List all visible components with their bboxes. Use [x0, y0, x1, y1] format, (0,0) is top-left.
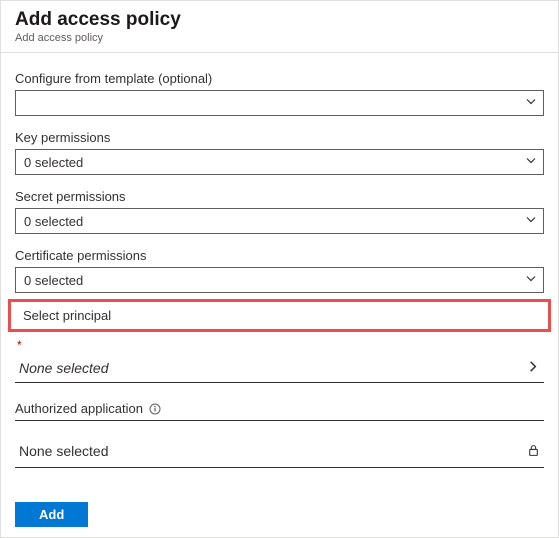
secret-permissions-label: Secret permissions [15, 189, 544, 204]
key-permissions-value: 0 selected [24, 155, 83, 170]
info-icon[interactable] [149, 403, 161, 415]
lock-icon [527, 444, 540, 460]
form-body: Configure from template (optional) Key p… [1, 53, 558, 537]
chevron-down-icon [525, 273, 537, 288]
certificate-permissions-field: Certificate permissions 0 selected [15, 248, 544, 293]
authorized-application-row: None selected [15, 437, 544, 468]
authorized-application-value: None selected [19, 443, 109, 459]
certificate-permissions-label: Certificate permissions [15, 248, 544, 263]
panel-header: Add access policy Add access policy [1, 1, 558, 53]
select-principal-heading: Select principal [8, 299, 551, 332]
page-title: Add access policy [15, 9, 544, 31]
chevron-right-icon [526, 360, 540, 377]
authorized-application-label: Authorized application [15, 401, 143, 416]
template-label: Configure from template (optional) [15, 71, 544, 86]
add-button[interactable]: Add [15, 502, 88, 527]
certificate-permissions-dropdown[interactable]: 0 selected [15, 267, 544, 293]
secret-permissions-dropdown[interactable]: 0 selected [15, 208, 544, 234]
chevron-down-icon [525, 155, 537, 170]
required-indicator: * [15, 338, 544, 352]
key-permissions-dropdown[interactable]: 0 selected [15, 149, 544, 175]
secret-permissions-value: 0 selected [24, 214, 83, 229]
page-subtitle: Add access policy [15, 32, 544, 44]
principal-value: None selected [19, 360, 109, 376]
select-principal-button[interactable]: None selected [15, 354, 544, 383]
chevron-down-icon [525, 214, 537, 229]
secret-permissions-field: Secret permissions 0 selected [15, 189, 544, 234]
key-permissions-field: Key permissions 0 selected [15, 130, 544, 175]
certificate-permissions-value: 0 selected [24, 273, 83, 288]
template-field: Configure from template (optional) [15, 71, 544, 116]
template-dropdown[interactable] [15, 90, 544, 116]
chevron-down-icon [525, 96, 537, 111]
authorized-application-heading: Authorized application [15, 401, 544, 421]
key-permissions-label: Key permissions [15, 130, 544, 145]
